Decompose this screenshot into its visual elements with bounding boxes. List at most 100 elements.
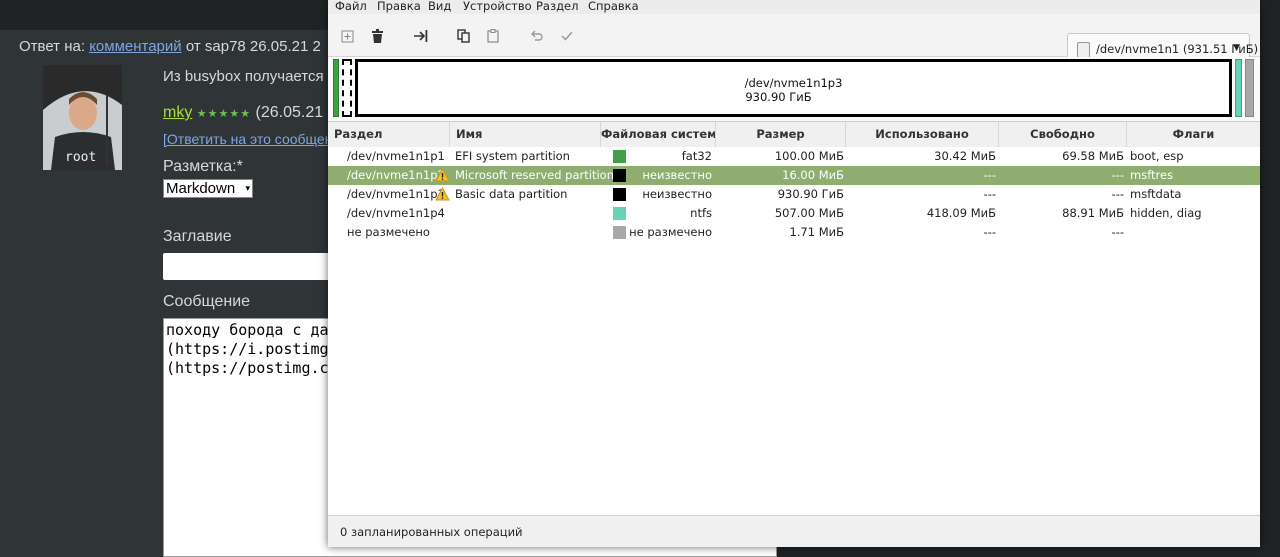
row-filesystem: неизвестно bbox=[642, 168, 712, 182]
reply-prefix: Ответ на: bbox=[19, 38, 86, 55]
menu-bar: Файл Правка Вид Устройство Раздел Справк… bbox=[328, 0, 1260, 14]
row-flags: hidden, diag bbox=[1130, 206, 1202, 220]
column-size[interactable]: Размер bbox=[716, 122, 846, 147]
message-line: (https://postimg.c bbox=[166, 359, 329, 377]
undo-button[interactable] bbox=[528, 28, 544, 44]
menu-help[interactable]: Справка bbox=[588, 0, 639, 13]
row-filesystem: неизвестно bbox=[642, 187, 712, 201]
reply-suffix: от sap78 26.05.21 2 bbox=[185, 38, 321, 55]
paste-icon bbox=[487, 29, 499, 43]
resize-move-button[interactable] bbox=[413, 28, 429, 44]
disk-map: /dev/nvme1n1p3 930.90 ГиБ bbox=[328, 57, 1260, 122]
column-free[interactable]: Свободно bbox=[999, 122, 1127, 147]
column-filesystem[interactable]: Файловая система bbox=[601, 122, 716, 147]
row-partition: не размечено bbox=[347, 225, 430, 239]
row-size: 100.00 МиБ bbox=[774, 149, 844, 163]
disk-segment-p3-size: 930.90 ГиБ bbox=[745, 90, 812, 104]
new-partition-button[interactable] bbox=[339, 28, 355, 44]
message-line: походу борода с да bbox=[166, 321, 329, 339]
trash-icon bbox=[371, 29, 383, 43]
title-input[interactable] bbox=[163, 253, 343, 280]
row-filesystem: fat32 bbox=[681, 149, 712, 163]
row-name: EFI system partition bbox=[455, 149, 570, 163]
row-used: --- bbox=[983, 187, 996, 201]
author-stars: ★★★★★ bbox=[196, 108, 252, 120]
disk-segment-p3-name: /dev/nvme1n1p3 bbox=[744, 76, 843, 90]
row-filesystem: не размечено bbox=[629, 225, 712, 239]
new-partition-icon bbox=[341, 30, 353, 42]
row-free: 69.58 МиБ bbox=[1062, 149, 1124, 163]
markup-select-value: Markdown bbox=[166, 180, 236, 197]
row-free: --- bbox=[1111, 225, 1124, 239]
warning-icon bbox=[435, 187, 450, 201]
column-flags[interactable]: Флаги bbox=[1127, 122, 1260, 147]
column-partition[interactable]: Раздел bbox=[328, 122, 450, 147]
checkmark-icon bbox=[561, 31, 573, 41]
row-flags: boot, esp bbox=[1130, 149, 1184, 163]
partition-row[interactable]: /dev/nvme1n1p3 Basic data partition неиз… bbox=[328, 185, 1260, 204]
menu-view[interactable]: Вид bbox=[428, 0, 451, 13]
reply-comment-link[interactable]: комментарий bbox=[89, 38, 181, 55]
partition-table-header: Раздел Имя Файловая система Размер Испол… bbox=[328, 122, 1260, 148]
row-flags: msftres bbox=[1130, 168, 1174, 182]
row-used: --- bbox=[983, 225, 996, 239]
row-free: --- bbox=[1111, 187, 1124, 201]
reply-to-message-link[interactable]: [Ответить на это сообщение bbox=[163, 131, 348, 147]
resize-arrow-icon bbox=[414, 30, 428, 42]
filesystem-color-swatch bbox=[613, 169, 626, 182]
row-name: Basic data partition bbox=[455, 187, 568, 201]
row-size: 16.00 МиБ bbox=[782, 168, 844, 182]
disk-segment-p4[interactable] bbox=[1235, 59, 1242, 117]
row-flags: msftdata bbox=[1130, 187, 1182, 201]
column-used[interactable]: Использовано bbox=[846, 122, 999, 147]
column-name[interactable]: Имя bbox=[450, 122, 601, 147]
warning-icon bbox=[435, 168, 450, 182]
filesystem-color-swatch bbox=[613, 226, 626, 239]
undo-icon bbox=[530, 30, 543, 41]
toolbar: /dev/nvme1n1 (931.51 ГиБ) ▼ bbox=[328, 14, 1260, 66]
row-used: 418.09 МиБ bbox=[926, 206, 996, 220]
partition-row[interactable]: /dev/nvme1n1p4 ntfs 507.00 МиБ 418.09 Ми… bbox=[328, 204, 1260, 223]
copy-icon bbox=[456, 29, 470, 43]
row-size: 1.71 МиБ bbox=[789, 225, 844, 239]
menu-partition[interactable]: Раздел bbox=[536, 0, 578, 13]
row-partition: /dev/nvme1n1p1 bbox=[347, 149, 445, 163]
row-size: 930.90 ГиБ bbox=[777, 187, 844, 201]
chevron-down-icon: ▾ bbox=[245, 183, 250, 193]
row-used: 30.42 МиБ bbox=[934, 149, 996, 163]
author-name-link[interactable]: mky bbox=[163, 104, 192, 121]
partition-row-selected[interactable]: /dev/nvme1n1p2 Microsoft reserved partit… bbox=[328, 166, 1260, 185]
gparted-window: Файл Правка Вид Устройство Раздел Справк… bbox=[328, 0, 1260, 547]
partition-row[interactable]: не размечено не размечено 1.71 МиБ --- -… bbox=[328, 223, 1260, 242]
filesystem-color-swatch bbox=[613, 150, 626, 163]
row-partition: /dev/nvme1n1p2 bbox=[347, 168, 445, 182]
disk-segment-p3[interactable]: /dev/nvme1n1p3 930.90 ГиБ bbox=[355, 59, 1232, 117]
markup-select[interactable]: Markdown ▾ bbox=[163, 179, 253, 198]
menu-edit[interactable]: Правка bbox=[377, 0, 421, 13]
chevron-down-icon: ▼ bbox=[1233, 43, 1240, 53]
reply-to-message-label: [Ответить на это сообщение bbox=[163, 131, 349, 147]
copy-button[interactable] bbox=[455, 28, 471, 44]
paste-button[interactable] bbox=[485, 28, 501, 44]
reply-header: Ответ на: комментарий от sap78 26.05.21 … bbox=[19, 38, 321, 55]
menu-device[interactable]: Устройство bbox=[463, 0, 532, 13]
pending-operations-status: 0 запланированных операций bbox=[340, 525, 523, 539]
author-date: (26.05.21 2 bbox=[255, 104, 337, 121]
message-line: (https://i.postimg bbox=[166, 340, 329, 358]
apply-button[interactable] bbox=[559, 28, 575, 44]
menu-file[interactable]: Файл bbox=[335, 0, 367, 13]
svg-text:root: root bbox=[65, 150, 96, 165]
disk-segment-unallocated[interactable] bbox=[1245, 59, 1254, 117]
row-filesystem: ntfs bbox=[690, 206, 712, 220]
disk-segment-p2[interactable] bbox=[342, 59, 352, 117]
row-partition: /dev/nvme1n1p3 bbox=[347, 187, 445, 201]
delete-button[interactable] bbox=[369, 28, 385, 44]
partition-row[interactable]: /dev/nvme1n1p1 EFI system partition fat3… bbox=[328, 147, 1260, 166]
filesystem-color-swatch bbox=[613, 207, 626, 220]
row-size: 507.00 МиБ bbox=[774, 206, 844, 220]
disk-segment-p1[interactable] bbox=[333, 59, 339, 117]
comment-author: mky ★★★★★ (26.05.21 2 bbox=[163, 104, 337, 122]
partition-list: /dev/nvme1n1p1 EFI system partition fat3… bbox=[328, 147, 1260, 515]
avatar[interactable]: root bbox=[43, 65, 122, 170]
row-free: 88.91 МиБ bbox=[1062, 206, 1124, 220]
